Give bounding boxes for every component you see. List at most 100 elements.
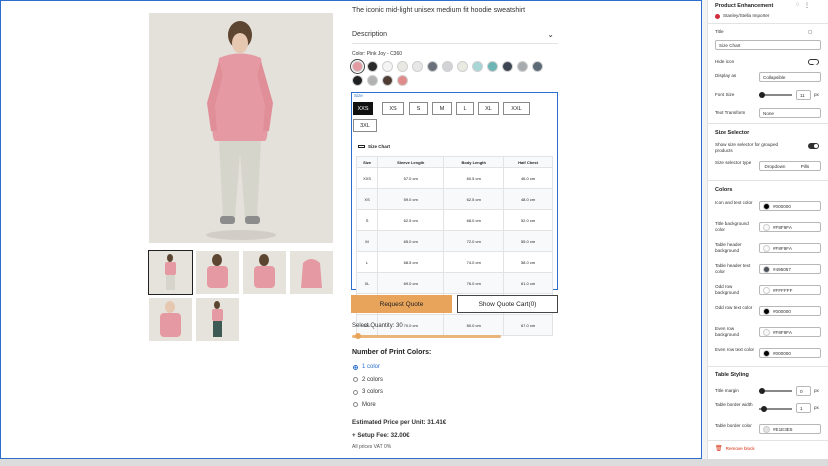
thumbnail-4[interactable] — [290, 251, 333, 294]
color-swatch[interactable] — [382, 75, 393, 86]
size-selector-type-segmented: Dropdown Pills — [759, 161, 821, 171]
color-field-label: Table header text color — [715, 263, 751, 274]
description-toggle[interactable]: Description ⌄ — [352, 28, 558, 44]
color-field-input[interactable]: #F8F9FA — [759, 222, 821, 232]
table-cell: XXS — [355, 167, 379, 189]
print-option-radio[interactable]: 2 colors — [353, 377, 383, 383]
display-as-label: Display as — [715, 73, 737, 78]
size-chart-header[interactable]: Size Chart — [358, 144, 390, 149]
color-swatch[interactable] — [367, 75, 378, 86]
font-size-input[interactable]: 11 — [796, 90, 811, 100]
color-swatch[interactable] — [532, 61, 543, 72]
table-cell: L — [355, 251, 379, 273]
table-border-width-slider-thumb[interactable] — [761, 406, 767, 412]
hide-icon-toggle[interactable] — [808, 59, 819, 65]
color-swatch[interactable] — [472, 61, 483, 72]
print-option-radio[interactable]: 1 color — [353, 364, 380, 370]
size-button-3xl[interactable]: 3XL — [353, 119, 377, 132]
table-cell: 62.5 cm — [377, 209, 445, 231]
thumbnail-6[interactable] — [196, 298, 239, 341]
color-value: #495057 — [773, 266, 791, 272]
print-option-radio[interactable]: More — [353, 402, 376, 408]
table-cell: 76.0 cm — [443, 272, 505, 294]
thumbnail-2[interactable] — [196, 251, 239, 294]
color-swatch[interactable] — [397, 61, 408, 72]
color-field-input[interactable]: #000000 — [759, 306, 821, 316]
thumbnail-3[interactable] — [243, 251, 286, 294]
table-border-color-input[interactable]: #E1E3E5 — [759, 424, 821, 434]
color-swatch[interactable] — [517, 61, 528, 72]
color-swatch[interactable] — [412, 61, 423, 72]
print-option-radio[interactable]: 3 colors — [353, 389, 383, 395]
color-swatch[interactable] — [367, 61, 378, 72]
table-cell: XL — [355, 272, 379, 294]
color-field-input[interactable]: #F8F9FA — [759, 327, 821, 337]
thumbnail-5[interactable] — [149, 298, 192, 341]
color-field-label: Icon and text color — [715, 200, 753, 205]
thumbnail-1[interactable] — [148, 250, 193, 295]
product-subtitle: The iconic mid-light unisex medium fit h… — [352, 7, 526, 14]
text-transform-select[interactable]: None — [759, 108, 821, 118]
size-button-xs[interactable]: XS — [382, 102, 404, 115]
color-swatch[interactable] — [487, 61, 498, 72]
color-value: #FFFFFF — [773, 287, 793, 293]
table-border-width-input[interactable]: 1 — [796, 403, 811, 413]
color-field-input[interactable]: #000000 — [759, 201, 821, 211]
color-field-input[interactable]: #FFFFFF — [759, 285, 821, 295]
size-button-s[interactable]: S — [409, 102, 428, 115]
app-name: Stanley/Stella Importer — [723, 13, 770, 18]
main-product-image[interactable] — [149, 13, 333, 243]
color-swatch[interactable] — [352, 61, 363, 72]
quantity-slider-thumb[interactable] — [354, 333, 361, 339]
title-margin-input[interactable]: 0 — [796, 386, 811, 396]
color-field-input[interactable]: #495057 — [759, 264, 821, 274]
table-cell: 68.5 cm — [377, 251, 445, 273]
color-field-input[interactable]: #F8F9FA — [759, 243, 821, 253]
show-size-selector-toggle[interactable] — [808, 143, 819, 149]
color-swatch[interactable] — [457, 61, 468, 72]
segment-dropdown[interactable]: Dropdown — [760, 162, 790, 170]
size-button-xxs[interactable]: XXS — [353, 102, 373, 115]
table-cell: 62.5 cm — [443, 188, 505, 210]
size-chart-block[interactable]: Size XXS XS S M L XL XXL 3XL Size Chart Size Sle… — [351, 92, 558, 336]
table-row: S 62.5 cm 68.0 cm 52.0 cm — [355, 209, 553, 231]
color-field-input[interactable]: #000000 — [759, 348, 821, 358]
color-swatch[interactable] — [382, 61, 393, 72]
preview-canvas: The iconic mid-light unisex medium fit h… — [0, 0, 702, 459]
radio-icon — [353, 364, 358, 370]
title-input[interactable]: Size Chart — [715, 40, 821, 50]
color-swatch[interactable] — [502, 61, 513, 72]
color-field-label: Title background color — [715, 221, 749, 232]
table-border-color-label: Table border color — [715, 423, 752, 428]
request-quote-button[interactable]: Request Quote — [351, 295, 452, 313]
size-button-l[interactable]: L — [456, 102, 474, 115]
print-colors-heading: Number of Print Colors: — [352, 349, 432, 356]
quantity-slider-track[interactable] — [352, 335, 501, 338]
show-quote-cart-button[interactable]: Show Quote Cart(0) — [457, 295, 558, 313]
table-cell: 67.0 cm — [503, 314, 553, 336]
segment-pills[interactable]: Pills — [790, 162, 820, 170]
trash-icon: 🗑 — [715, 446, 723, 452]
color-swatch[interactable] — [397, 75, 408, 86]
size-button-xxl[interactable]: XXL — [503, 102, 530, 115]
color-swatch[interactable] — [427, 61, 438, 72]
size-button-xl[interactable]: XL — [478, 102, 499, 115]
more-icon[interactable]: ⋮ — [804, 2, 810, 9]
info-icon[interactable]: ◌ — [796, 2, 800, 8]
color-swatch[interactable] — [352, 75, 363, 86]
color-swatch — [763, 244, 770, 252]
font-size-slider-thumb[interactable] — [759, 92, 765, 98]
table-cell: 72.0 cm — [443, 230, 505, 252]
print-option-label: 1 color — [362, 364, 381, 370]
divider — [708, 23, 828, 24]
color-swatch — [763, 265, 770, 273]
hide-icon-label: Hide icon — [715, 59, 735, 64]
app-logo-icon — [715, 13, 720, 19]
size-button-m[interactable]: M — [432, 102, 452, 115]
title-margin-slider-thumb[interactable] — [759, 388, 765, 394]
dynamic-source-icon[interactable]: ▢ — [808, 29, 812, 35]
remove-block-button[interactable]: 🗑 Remove block — [715, 446, 755, 452]
display-as-select[interactable]: Collapsible — [759, 72, 821, 82]
table-cell: 59.0 cm — [377, 188, 445, 210]
color-swatch[interactable] — [442, 61, 453, 72]
